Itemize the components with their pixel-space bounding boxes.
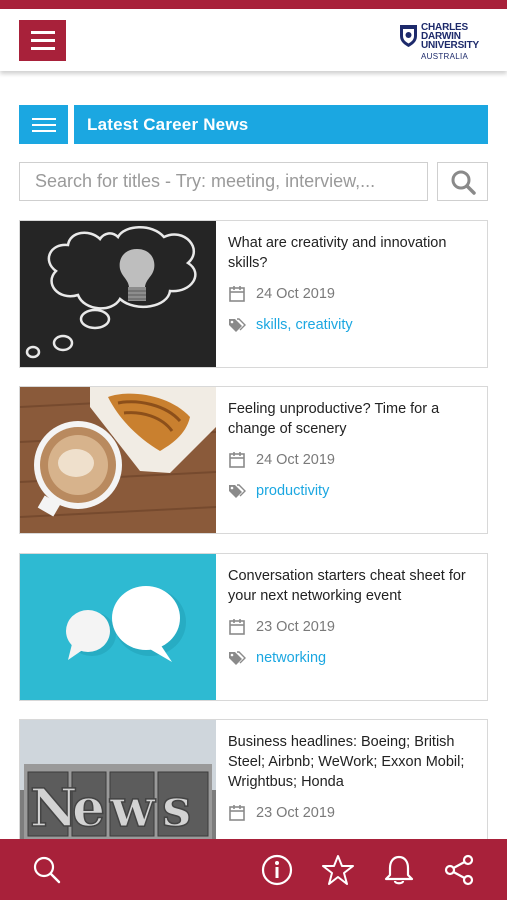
article-title[interactable]: What are creativity and innovation skill…	[228, 233, 483, 273]
article-body: Feeling unproductive? Time for a change …	[228, 399, 483, 501]
search-nav-button[interactable]	[30, 853, 64, 887]
article-date-row: 24 Oct 2019	[228, 284, 483, 304]
info-nav-button[interactable]	[260, 853, 294, 887]
calendar-icon	[229, 452, 245, 468]
news-menu-button[interactable]	[19, 105, 68, 144]
article-date: 23 Oct 2019	[256, 805, 335, 821]
top-accent-strip	[0, 0, 507, 9]
info-icon	[261, 854, 293, 886]
article-title[interactable]: Business headlines: Boeing; British Stee…	[228, 732, 483, 792]
hamburger-line	[31, 123, 56, 126]
notifications-nav-button[interactable]	[382, 853, 416, 887]
article-date-row: 24 Oct 2019	[228, 450, 483, 470]
calendar-icon	[229, 286, 245, 302]
app-header: CHARLES DARWIN UNIVERSITY AUSTRALIA	[0, 9, 507, 71]
article-tags[interactable]: productivity	[256, 483, 329, 499]
hamburger-line	[31, 117, 56, 120]
share-icon	[444, 854, 474, 886]
svg-text:s: s	[162, 778, 191, 839]
hamburger-line	[30, 47, 55, 50]
search-icon	[451, 170, 476, 195]
tags-icon	[229, 318, 246, 332]
article-tags-row: productivity	[228, 481, 483, 501]
search-icon	[33, 856, 61, 884]
article-date-row: 23 Oct 2019	[228, 617, 483, 637]
main-menu-button[interactable]	[19, 20, 66, 61]
logo-line-3: UNIVERSITY	[421, 40, 480, 51]
article-card[interactable]: What are creativity and innovation skill…	[19, 220, 488, 368]
hamburger-line	[30, 31, 55, 34]
article-tags-row: skills, creativity	[228, 315, 483, 335]
article-date-row: 23 Oct 2019	[228, 803, 483, 823]
logo-country: AUSTRALIA	[421, 52, 469, 61]
article-body: Business headlines: Boeing; British Stee…	[228, 732, 483, 823]
article-tags[interactable]: skills, creativity	[256, 317, 353, 333]
share-nav-button[interactable]	[442, 853, 476, 887]
search-input[interactable]	[19, 162, 428, 201]
article-date: 23 Oct 2019	[256, 619, 335, 635]
section-title: Latest Career News	[74, 105, 488, 144]
tags-icon	[229, 651, 246, 665]
bottom-nav-bar	[0, 839, 507, 900]
article-title[interactable]: Conversation starters cheat sheet for yo…	[228, 566, 483, 606]
calendar-icon	[229, 619, 245, 635]
bell-icon	[384, 855, 414, 885]
svg-text:w: w	[109, 778, 156, 839]
calendar-icon	[229, 805, 245, 821]
article-title[interactable]: Feeling unproductive? Time for a change …	[228, 399, 483, 439]
svg-text:N: N	[30, 778, 78, 839]
search-button[interactable]	[437, 162, 488, 201]
article-thumbnail	[20, 554, 216, 700]
article-card[interactable]: Feeling unproductive? Time for a change …	[19, 386, 488, 534]
svg-text:e: e	[72, 778, 105, 839]
hamburger-line	[30, 39, 55, 42]
news-section-bar: Latest Career News	[19, 105, 488, 144]
article-date: 24 Oct 2019	[256, 452, 335, 468]
article-tags-row: networking	[228, 648, 483, 668]
tags-icon	[229, 484, 246, 498]
article-tags[interactable]: networking	[256, 650, 326, 666]
star-icon	[322, 855, 354, 885]
article-thumbnail	[20, 387, 216, 533]
article-thumbnail	[20, 221, 216, 367]
hamburger-line	[31, 129, 56, 132]
shield-icon	[400, 25, 417, 47]
favourites-nav-button[interactable]	[321, 853, 355, 887]
search-row	[19, 162, 488, 201]
article-card[interactable]: Conversation starters cheat sheet for yo…	[19, 553, 488, 701]
article-body: What are creativity and innovation skill…	[228, 233, 483, 335]
cdu-logo[interactable]: CHARLES DARWIN UNIVERSITY AUSTRALIA	[397, 22, 492, 64]
article-date: 24 Oct 2019	[256, 286, 335, 302]
article-body: Conversation starters cheat sheet for yo…	[228, 566, 483, 668]
logo-wordmark: CHARLES DARWIN UNIVERSITY	[421, 23, 480, 51]
